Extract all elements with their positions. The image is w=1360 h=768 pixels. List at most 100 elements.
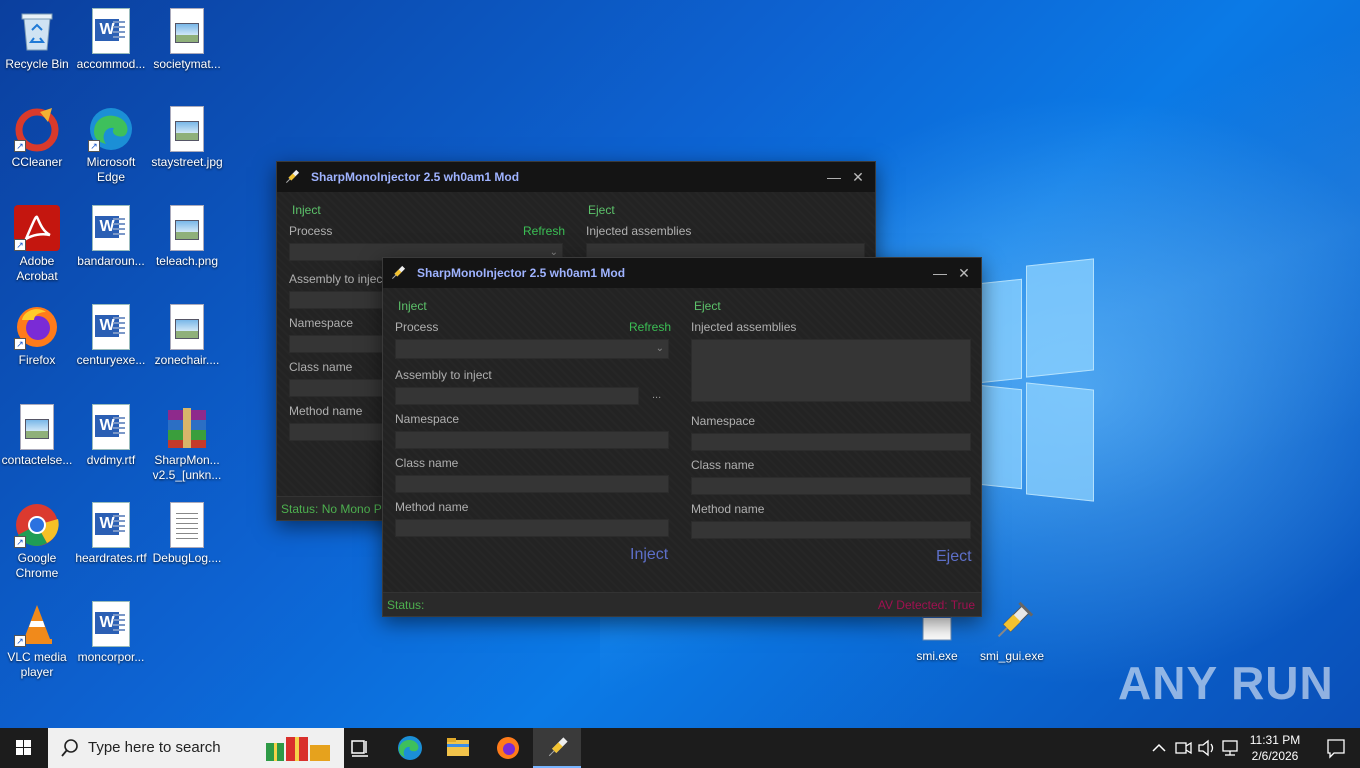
text-file-icon xyxy=(170,502,204,548)
chevron-down-icon: ⌄ xyxy=(655,343,664,354)
taskbar-sharpmono[interactable] xyxy=(533,728,581,768)
desktop-icon-dvdmy[interactable]: W dvdmy.rtf xyxy=(75,404,147,468)
close-button[interactable]: ✕ xyxy=(953,262,975,284)
browse-button[interactable]: ... xyxy=(652,389,661,401)
desktop-icon-label: societymat... xyxy=(153,57,221,71)
eject-group-label: Eject xyxy=(694,299,721,313)
desktop-icon-microsoft-edge[interactable]: ↗ Microsoft Edge xyxy=(75,106,147,185)
desktop-icon-label: Google Chrome xyxy=(15,551,59,580)
taskbar-edge[interactable] xyxy=(386,728,434,768)
start-button[interactable] xyxy=(0,728,48,768)
tray-network[interactable] xyxy=(1220,728,1242,768)
minimize-button[interactable]: — xyxy=(929,262,951,284)
desktop-icon-heardrates[interactable]: W heardrates.rtf xyxy=(75,502,147,566)
desktop-icon-firefox[interactable]: ↗ Firefox xyxy=(1,304,73,368)
taskbar-firefox[interactable] xyxy=(484,728,532,768)
word-document-icon: W xyxy=(92,205,130,251)
image-file-icon xyxy=(20,404,54,450)
eject-group-label: Eject xyxy=(588,203,615,217)
namespace-input[interactable] xyxy=(395,431,669,449)
windows-logo-icon xyxy=(16,740,31,755)
method-name-label: Method name xyxy=(289,404,363,418)
syringe-icon xyxy=(989,600,1035,646)
show-hidden-icons-button[interactable] xyxy=(1148,728,1170,768)
desktop-icon-bandaroun[interactable]: W bandaroun... xyxy=(75,205,147,269)
title-bar[interactable]: SharpMonoInjector 2.5 wh0am1 Mod — ✕ xyxy=(277,162,875,192)
word-document-icon: W xyxy=(92,304,130,350)
desktop-icon-label: teleach.png xyxy=(155,254,219,268)
process-dropdown[interactable]: ⌄ xyxy=(395,339,669,359)
assembly-label: Assembly to inject xyxy=(289,272,386,286)
acrobat-icon: ↗ xyxy=(14,205,60,251)
assembly-label: Assembly to inject xyxy=(395,368,492,382)
refresh-link[interactable]: Refresh xyxy=(629,320,671,334)
image-file-icon xyxy=(170,106,204,152)
refresh-link[interactable]: Refresh xyxy=(523,224,565,238)
desktop-icon-adobe-acrobat[interactable]: ↗ Adobe Acrobat xyxy=(1,205,73,284)
tray-volume[interactable] xyxy=(1196,728,1218,768)
injected-assemblies-list[interactable] xyxy=(691,339,971,402)
window-title: SharpMonoInjector 2.5 wh0am1 Mod xyxy=(417,266,626,280)
desktop-icon-contactelse[interactable]: contactelse... xyxy=(1,404,73,468)
taskbar-file-explorer[interactable] xyxy=(434,728,482,768)
search-box[interactable]: Type here to search xyxy=(48,728,344,768)
clock[interactable]: 11:31 PM 2/6/2026 xyxy=(1244,728,1306,768)
eject-namespace-input[interactable] xyxy=(691,433,971,451)
minimize-button[interactable]: — xyxy=(823,166,845,188)
sharpmono-window-front[interactable]: SharpMonoInjector 2.5 wh0am1 Mod — ✕ Inj… xyxy=(382,257,982,617)
tray-meet-now[interactable] xyxy=(1172,728,1194,768)
desktop-icon-teleach[interactable]: teleach.png xyxy=(151,205,223,269)
assembly-input[interactable] xyxy=(395,387,639,405)
desktop-icon-centuryexe[interactable]: W centuryexe... xyxy=(75,304,147,368)
desktop-icon-debuglog[interactable]: DebugLog.... xyxy=(151,502,223,566)
desktop-icon-label: smi.exe xyxy=(916,649,958,663)
gifts-icon xyxy=(266,737,330,761)
eject-method-name-label: Method name xyxy=(691,502,765,516)
search-icon xyxy=(61,739,78,757)
desktop-icon-label: Recycle Bin xyxy=(5,57,69,71)
folder-icon xyxy=(447,738,469,756)
class-name-input[interactable] xyxy=(395,475,669,493)
task-view-button[interactable] xyxy=(336,728,384,768)
ccleaner-icon: ↗ xyxy=(14,106,60,152)
desktop-icon-zonechair[interactable]: zonechair.... xyxy=(151,304,223,368)
eject-class-name-input[interactable] xyxy=(691,477,971,495)
clock-date: 2/6/2026 xyxy=(1251,749,1299,763)
desktop-icon-sharpmono-archive[interactable]: SharpMon... v2.5_[unkn... xyxy=(151,404,223,483)
firefox-icon xyxy=(497,737,519,759)
injected-assemblies-label: Injected assemblies xyxy=(586,224,692,238)
eject-button[interactable]: Eject xyxy=(936,548,972,566)
method-name-input[interactable] xyxy=(395,519,669,537)
edge-icon xyxy=(398,736,422,760)
desktop-icon-societymat[interactable]: societymat... xyxy=(151,8,223,72)
class-name-label: Class name xyxy=(395,456,459,470)
close-button[interactable]: ✕ xyxy=(847,166,869,188)
word-document-icon: W xyxy=(92,404,130,450)
desktop-icon-moncorpor[interactable]: W moncorpor... xyxy=(75,601,147,665)
inject-button[interactable]: Inject xyxy=(630,546,668,564)
desktop-icon-accommod[interactable]: W accommod... xyxy=(75,8,147,72)
chrome-icon: ↗ xyxy=(14,502,60,548)
syringe-icon xyxy=(283,168,301,186)
word-document-icon: W xyxy=(92,502,130,548)
notifications-button[interactable] xyxy=(1312,728,1360,768)
title-bar[interactable]: SharpMonoInjector 2.5 wh0am1 Mod — ✕ xyxy=(383,258,981,288)
desktop-icon-label: Microsoft Edge xyxy=(86,155,136,184)
namespace-label: Namespace xyxy=(395,412,460,426)
task-view-icon xyxy=(351,740,368,757)
status-text: Status: xyxy=(387,598,425,612)
desktop-icon-label: Adobe Acrobat xyxy=(16,254,58,283)
desktop-icon-ccleaner[interactable]: ↗ CCleaner xyxy=(1,106,73,170)
desktop-icon-recycle-bin[interactable]: Recycle Bin xyxy=(1,8,73,72)
desktop-icon-label: zonechair.... xyxy=(154,353,220,367)
image-file-icon xyxy=(170,304,204,350)
status-text: Status: No Mono P xyxy=(281,502,382,516)
word-document-icon: W xyxy=(92,8,130,54)
desktop-icon-smi-gui-exe[interactable]: smi_gui.exe xyxy=(976,600,1048,664)
desktop-icon-google-chrome[interactable]: ↗ Google Chrome xyxy=(1,502,73,581)
desktop-icon-vlc[interactable]: ↗ VLC media player xyxy=(1,601,73,680)
desktop-icon-staystreet[interactable]: staystreet.jpg xyxy=(151,106,223,170)
shortcut-arrow-icon: ↗ xyxy=(14,338,26,350)
eject-method-name-input[interactable] xyxy=(691,521,971,539)
clock-time: 11:31 PM xyxy=(1249,733,1301,747)
